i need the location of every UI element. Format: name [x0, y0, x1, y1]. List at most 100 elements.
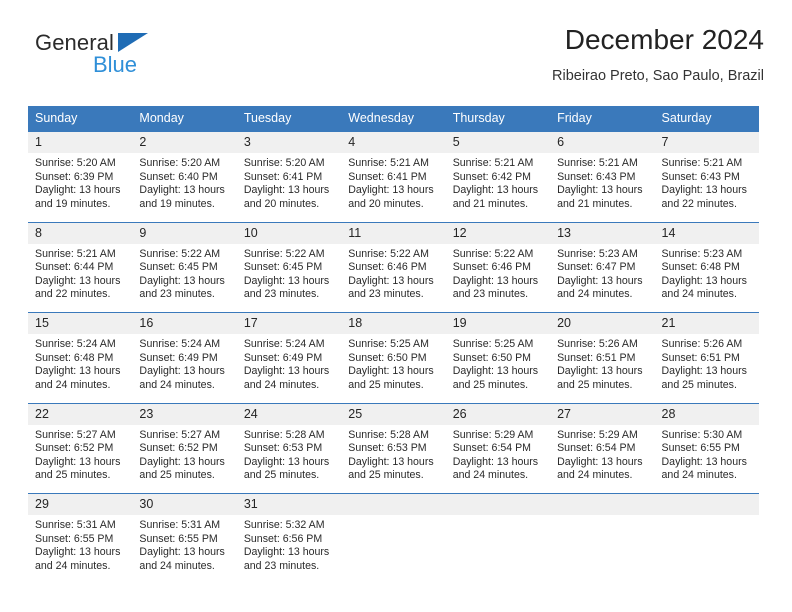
day-sunset-text: Sunset: 6:50 PM: [452, 351, 532, 364]
day-number: 24: [236, 403, 342, 425]
calendar-day-cell[interactable]: 18 Sunrise: 5:25 AM Sunset: 6:50 PM Dayligh…: [341, 312, 446, 391]
day-daylight-text: and 24 minutes.: [557, 469, 633, 482]
day-sunset-text: Sunset: 6:49 PM: [139, 351, 218, 364]
calendar-day-cell[interactable]: 14 Sunrise: 5:23 AM Sunset: 6:48 PM Dayligh…: [654, 221, 759, 300]
day-cell-inner: 15 Sunrise: 5:24 AM Sunset: 6:48 PM Dayligh…: [28, 313, 133, 391]
calendar-week-row: 29 Sunrise: 5:31 AM Sunset: 6:55 PM Dayligh…: [28, 493, 759, 572]
day-sunrise-text: Sunrise: 5:21 AM: [661, 157, 743, 169]
calendar-body: 1 Sunrise: 5:20 AM Sunset: 6:39 PM Daylight…: [28, 131, 759, 572]
day-number: 7: [654, 132, 759, 153]
day-daylight-text: Daylight: 13 hours: [452, 365, 539, 378]
day-sunrise-text: Sunrise: 5:24 AM: [139, 338, 221, 350]
day-daylight-text: Daylight: 13 hours: [35, 184, 121, 197]
day-cell-inner: [654, 494, 759, 562]
day-daylight-text: and 24 minutes.: [139, 378, 215, 391]
calendar-day-cell[interactable]: 4 Sunrise: 5:21 AM Sunset: 6:41 PM Daylight…: [341, 131, 446, 210]
day-daylight-text: and 24 minutes.: [139, 559, 215, 572]
day-details: Sunrise: 5:23 AM Sunset: 6:47 PM Daylight:…: [550, 244, 654, 302]
day-sunset-text: Sunset: 6:43 PM: [661, 170, 740, 183]
day-sunset-text: Sunset: 6:50 PM: [348, 351, 427, 364]
day-sunset-text: Sunset: 6:55 PM: [661, 442, 740, 455]
calendar-day-cell[interactable]: 9 Sunrise: 5:22 AM Sunset: 6:45 PM Daylight…: [132, 221, 237, 300]
calendar-day-cell[interactable]: 24 Sunrise: 5:28 AM Sunset: 6:53 PM Dayligh…: [236, 402, 342, 481]
calendar-day-cell[interactable]: 10 Sunrise: 5:22 AM Sunset: 6:45 PM Dayligh…: [236, 221, 342, 300]
day-daylight-text: Daylight: 13 hours: [243, 274, 330, 287]
day-cell-inner: 30 Sunrise: 5:31 AM Sunset: 6:55 PM Dayligh…: [132, 494, 237, 572]
calendar-day-cell[interactable]: 15 Sunrise: 5:24 AM Sunset: 6:48 PM Dayligh…: [28, 312, 133, 391]
page-title: December 2024: [564, 24, 764, 55]
calendar-day-cell[interactable]: 27 Sunrise: 5:29 AM Sunset: 6:54 PM Dayligh…: [550, 402, 655, 481]
day-details: Sunrise: 5:26 AM Sunset: 6:51 PM Daylight:…: [655, 334, 759, 392]
calendar-day-cell[interactable]: 8 Sunrise: 5:21 AM Sunset: 6:44 PM Daylight…: [28, 221, 133, 300]
day-sunset-text: Sunset: 6:51 PM: [557, 351, 636, 364]
calendar-day-cell[interactable]: 29 Sunrise: 5:31 AM Sunset: 6:55 PM Dayligh…: [28, 493, 133, 572]
day-details: Sunrise: 5:31 AM Sunset: 6:55 PM Daylight:…: [28, 515, 132, 573]
day-number: 21: [654, 313, 759, 334]
day-details: Sunrise: 5:20 AM Sunset: 6:40 PM Daylight:…: [132, 153, 236, 211]
calendar-day-cell[interactable]: 13 Sunrise: 5:23 AM Sunset: 6:47 PM Dayligh…: [550, 221, 655, 300]
calendar-day-cell[interactable]: 16 Sunrise: 5:24 AM Sunset: 6:49 PM Dayligh…: [132, 312, 237, 391]
day-cell-inner: 6 Sunrise: 5:21 AM Sunset: 6:43 PM Daylight…: [550, 132, 655, 210]
day-daylight-text: and 25 minutes.: [452, 378, 529, 391]
day-number: 1: [28, 132, 133, 153]
calendar-day-cell[interactable]: 23 Sunrise: 5:27 AM Sunset: 6:52 PM Dayligh…: [132, 402, 237, 481]
day-details: Sunrise: 5:25 AM Sunset: 6:50 PM Daylight:…: [341, 334, 445, 392]
day-daylight-text: and 23 minutes.: [452, 288, 529, 301]
calendar-day-cell[interactable]: 12 Sunrise: 5:22 AM Sunset: 6:46 PM Dayligh…: [445, 221, 551, 300]
day-cell-inner: 27 Sunrise: 5:29 AM Sunset: 6:54 PM Dayligh…: [550, 403, 655, 481]
calendar-day-cell[interactable]: 3 Sunrise: 5:20 AM Sunset: 6:41 PM Daylight…: [236, 131, 342, 210]
day-details: Sunrise: 5:26 AM Sunset: 6:51 PM Daylight:…: [550, 334, 654, 392]
page-subtitle-location: Ribeirao Preto, Sao Paulo, Brazil: [552, 68, 764, 84]
day-sunset-text: Sunset: 6:55 PM: [139, 532, 218, 545]
day-sunrise-text: Sunrise: 5:26 AM: [661, 338, 743, 350]
day-details: Sunrise: 5:29 AM Sunset: 6:54 PM Daylight:…: [550, 425, 654, 483]
calendar-day-cell[interactable]: 31 Sunrise: 5:32 AM Sunset: 6:56 PM Dayligh…: [236, 493, 342, 572]
calendar-day-cell-empty: [445, 493, 551, 562]
calendar-day-cell[interactable]: 17 Sunrise: 5:24 AM Sunset: 6:49 PM Dayligh…: [236, 312, 342, 391]
day-number: 4: [341, 132, 446, 153]
day-sunset-text: Sunset: 6:51 PM: [661, 351, 740, 364]
day-sunset-text: Sunset: 6:52 PM: [35, 442, 114, 455]
day-number: 23: [132, 403, 237, 425]
day-details: Sunrise: 5:22 AM Sunset: 6:45 PM Daylight:…: [237, 244, 341, 302]
day-daylight-text: and 25 minutes.: [139, 469, 215, 482]
calendar-day-cell[interactable]: 5 Sunrise: 5:21 AM Sunset: 6:42 PM Daylight…: [445, 131, 551, 210]
calendar-day-cell[interactable]: 1 Sunrise: 5:20 AM Sunset: 6:39 PM Daylight…: [28, 131, 133, 210]
calendar-day-cell[interactable]: 2 Sunrise: 5:20 AM Sunset: 6:40 PM Daylight…: [132, 131, 237, 210]
page-header: General Blue December 2024 Ribeirao Pret…: [28, 22, 764, 92]
day-daylight-text: Daylight: 13 hours: [348, 455, 434, 468]
day-daylight-text: Daylight: 13 hours: [557, 184, 643, 197]
day-sunset-text: Sunset: 6:53 PM: [348, 442, 427, 455]
calendar-day-cell[interactable]: 26 Sunrise: 5:29 AM Sunset: 6:54 PM Dayligh…: [445, 402, 551, 481]
day-sunset-text: Sunset: 6:42 PM: [452, 170, 532, 183]
day-number: [654, 494, 759, 515]
day-daylight-text: Daylight: 13 hours: [661, 184, 747, 197]
general-blue-logo[interactable]: General Blue: [35, 30, 215, 86]
calendar-day-cell[interactable]: 7 Sunrise: 5:21 AM Sunset: 6:43 PM Daylight…: [654, 131, 759, 210]
day-details: Sunrise: 5:22 AM Sunset: 6:46 PM Daylight:…: [446, 244, 550, 302]
day-daylight-text: Daylight: 13 hours: [661, 365, 747, 378]
day-number: 28: [654, 403, 759, 425]
day-sunrise-text: Sunrise: 5:21 AM: [348, 157, 429, 169]
day-sunrise-text: Sunrise: 5:22 AM: [139, 247, 221, 260]
day-daylight-text: Daylight: 13 hours: [35, 455, 121, 468]
calendar-day-cell[interactable]: 6 Sunrise: 5:21 AM Sunset: 6:43 PM Daylight…: [550, 131, 655, 210]
calendar-day-cell[interactable]: 28 Sunrise: 5:30 AM Sunset: 6:55 PM Dayligh…: [654, 402, 759, 481]
day-sunrise-text: Sunrise: 5:28 AM: [348, 428, 429, 441]
calendar-day-cell[interactable]: 11 Sunrise: 5:22 AM Sunset: 6:46 PM Dayligh…: [341, 221, 446, 300]
weekday-header-row: Sunday Monday Tuesday Wednesday Thursday…: [28, 106, 759, 132]
calendar-day-cell[interactable]: 22 Sunrise: 5:27 AM Sunset: 6:52 PM Dayligh…: [28, 402, 133, 481]
calendar-day-cell[interactable]: 25 Sunrise: 5:28 AM Sunset: 6:53 PM Dayligh…: [341, 402, 446, 481]
calendar-day-cell[interactable]: 30 Sunrise: 5:31 AM Sunset: 6:55 PM Dayligh…: [132, 493, 237, 572]
day-cell-inner: 10 Sunrise: 5:22 AM Sunset: 6:45 PM Dayligh…: [236, 222, 342, 300]
day-number: 16: [132, 313, 237, 334]
day-daylight-text: and 19 minutes.: [139, 197, 215, 210]
calendar-day-cell[interactable]: 19 Sunrise: 5:25 AM Sunset: 6:50 PM Dayligh…: [445, 312, 551, 391]
day-number: 12: [445, 222, 551, 244]
calendar-day-cell[interactable]: 20 Sunrise: 5:26 AM Sunset: 6:51 PM Dayligh…: [550, 312, 655, 391]
weekday-header-thursday: Thursday: [445, 106, 551, 132]
calendar-week-row: 15 Sunrise: 5:24 AM Sunset: 6:48 PM Dayligh…: [28, 312, 759, 391]
day-sunset-text: Sunset: 6:40 PM: [139, 170, 218, 183]
day-sunrise-text: Sunrise: 5:23 AM: [557, 247, 638, 260]
calendar-day-cell[interactable]: 21 Sunrise: 5:26 AM Sunset: 6:51 PM Dayligh…: [654, 312, 759, 391]
